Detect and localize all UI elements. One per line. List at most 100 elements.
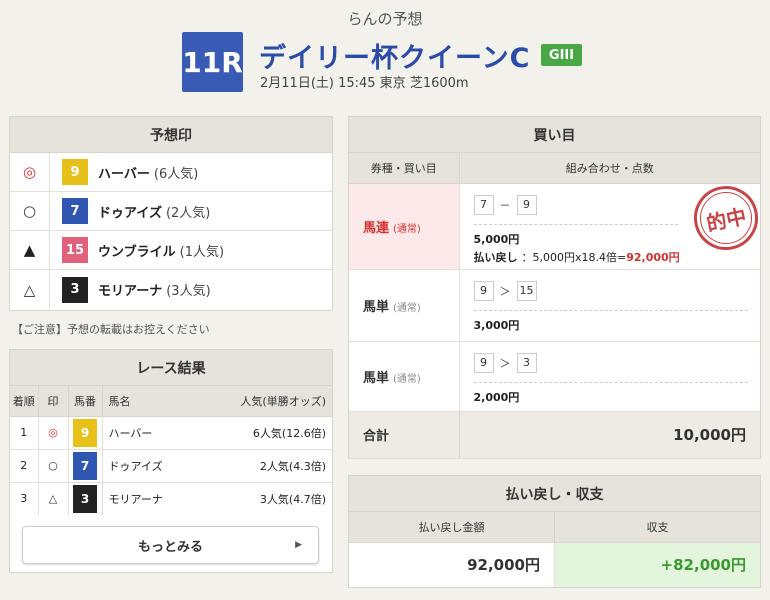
combo-separator: － (499, 198, 511, 212)
buy-row: 馬単 (通常) 9 ＞ 15 3,000円 (349, 269, 761, 342)
chevron-right-icon: ▶ (295, 540, 302, 550)
payout-table: 払い戻し金額 収支 92,000円 +82,000円 (349, 512, 760, 587)
horse-number: 7 (62, 198, 88, 224)
prediction-row: ▲ 15 ウンブライル (1人気) (10, 231, 332, 270)
race-number-badge: 11R (182, 32, 243, 92)
prediction-list: ◎ 9 ハーバー (6人気) ○ 7 ドゥアイズ (2人気) ▲ 15 ウンブライル (1人気) △ 3 モ… (10, 153, 332, 309)
buy-row: 馬連 (通常) 7 － 9 5,000円 払い戻し ：5,000円x18.4倍=92,000円… (349, 179, 764, 270)
prediction-mark: ◎ (10, 153, 50, 191)
combination-cell: 9 ＞ 15 3,000円 (459, 269, 761, 342)
combination-numbers: 9 ＞ 15 (473, 280, 749, 302)
horse-name: ウンブライル (98, 244, 176, 260)
prediction-mark: △ (10, 270, 50, 309)
ticket-type-cell: 馬単 (通常) (349, 341, 460, 412)
col-mark: 印 (38, 386, 69, 417)
prediction-row: △ 3 モリアーナ (3人気) (10, 270, 332, 309)
popularity: (3人気) (166, 284, 211, 299)
result-mark: ◎ (38, 416, 69, 450)
popularity: (1人気) (179, 244, 225, 260)
race-title: デイリー杯クイーンC (259, 43, 531, 74)
result-rank: 3 (10, 482, 39, 515)
total-value: 10,000円 (459, 411, 760, 459)
combination-numbers: 9 ＞ 3 (473, 352, 749, 374)
table-row: 3 △ 3 モリアーナ 3人気(4.7倍) (10, 482, 332, 515)
more-button[interactable]: もっとみる ▶ (22, 526, 319, 564)
result-popularity: 3人気(4.7倍) (259, 492, 326, 506)
balance-value: +82,000円 (554, 542, 760, 587)
col-rank: 着順 (10, 386, 39, 417)
result-num-cell: 7 (68, 449, 103, 483)
col-balance: 収支 (554, 512, 760, 543)
results-table: 着順 印 馬番 馬名 人気(単勝オッズ) 1 ◎ 9 ハーバー 6人気(12.6倍) 2 ○… (10, 386, 332, 515)
result-rank: 2 (10, 449, 39, 483)
result-num-cell: 9 (68, 416, 103, 450)
col-ticket-type: 券種・買い目 (349, 153, 460, 184)
col-pop: 人気(単勝オッズ) (193, 386, 332, 417)
ticket-subtype: (通常) (393, 373, 421, 385)
ticket-type: 馬単 (363, 299, 390, 315)
combo-horse-b: 3 (516, 352, 537, 373)
result-mark: ○ (38, 449, 69, 483)
payout-line: 払い戻し ：5,000円x18.4倍=92,000円 (474, 249, 749, 265)
ticket-type-cell: 馬連 (通常) (349, 183, 460, 270)
total-label: 合計 (349, 411, 460, 459)
grade-badge: GIII (541, 44, 582, 66)
results-title: レース結果 (10, 350, 332, 386)
prediction-mark: ▲ (10, 231, 50, 269)
combination-cell: 7 － 9 5,000円 払い戻し ：5,000円x18.4倍=92,000円 的中 (459, 179, 764, 270)
ticket-type: 馬単 (363, 370, 390, 386)
page-subtitle: らんの予想 (347, 10, 423, 28)
combo-horse-a: 9 (473, 280, 494, 301)
bet-amount: 2,000円 (473, 390, 520, 404)
col-combination: 組み合わせ・点数 (459, 153, 760, 184)
popularity: (2人気) (165, 205, 211, 221)
payout-label: 払い戻し (473, 250, 518, 264)
ticket-subtype: (通常) (393, 223, 421, 235)
result-popularity: 6人気(12.6倍) (193, 416, 332, 450)
prediction-title: 予想印 (10, 117, 332, 153)
combo-horse-a: 9 (473, 352, 494, 373)
combination-cell: 9 ＞ 3 2,000円 (459, 341, 760, 412)
combination: 7 － 9 5,000円 払い戻し ：5,000円x18.4倍=92,000円 的中 (460, 179, 764, 265)
horse-number: 3 (62, 276, 88, 303)
horse-name: ドゥアイズ (98, 205, 162, 221)
payout-calc: ：5,000円x18.4倍= (521, 250, 627, 264)
combo-horse-b: 9 (516, 194, 537, 215)
result-num-cell: 3 (68, 482, 103, 515)
payout-value: 92,000円 (626, 250, 680, 264)
race-info: 2月11日(土) 15:45 東京 芝1600m (260, 76, 469, 91)
divider (473, 223, 678, 225)
prediction-row: ◎ 9 ハーバー (6人気) (10, 153, 332, 192)
prediction-mark: ○ (10, 192, 50, 230)
ticket-type: 馬連 (363, 220, 390, 236)
result-horse-name: モリアーナ (108, 492, 163, 506)
col-refund: 払い戻し金額 (349, 512, 555, 543)
ticket-subtype: (通常) (393, 302, 421, 314)
divider (473, 381, 748, 383)
bet-amount: 3,000円 (473, 318, 520, 332)
notice-text: 【ご注意】予想の転載はお控えください (12, 323, 210, 336)
ticket-type-cell: 馬単 (通常) (349, 269, 460, 342)
col-name: 馬名 (102, 386, 194, 417)
table-row: 1 ◎ 9 ハーバー 6人気(12.6倍) (10, 416, 332, 450)
horse-number: 7 (73, 451, 97, 480)
result-popularity: 2人気(4.3倍) (193, 449, 332, 483)
result-mark: △ (38, 482, 69, 515)
combo-separator: ＞ (499, 284, 511, 298)
combination: 9 ＞ 15 3,000円 (460, 270, 761, 333)
buy-row: 馬単 (通常) 9 ＞ 3 2,000円 (349, 341, 760, 412)
divider (473, 309, 748, 311)
buy-title: 買い目 (349, 117, 760, 153)
results-panel: レース結果 着順 印 馬番 馬名 人気(単勝オッズ) 1 ◎ 9 ハーバー 6人気(12… (9, 349, 333, 573)
horse-number: 15 (62, 237, 88, 263)
buy-table: 券種・買い目 組み合わせ・点数 馬連 (通常) 7 － 9 5,000円 払い戻し ：5,00… (349, 153, 764, 459)
popularity: (6人気) (153, 166, 199, 182)
buy-panel: 買い目 券種・買い目 組み合わせ・点数 馬連 (通常) 7 － 9 5,000円 払い戻し：… (348, 116, 764, 459)
horse-name: モリアーナ (98, 284, 163, 299)
payout-panel: 払い戻し・収支 払い戻し金額 収支 92,000円 +82,000円 (348, 475, 761, 588)
payout-title: 払い戻し・収支 (349, 476, 760, 512)
combo-horse-a: 7 (473, 194, 494, 215)
refund-value: 92,000円 (349, 542, 555, 587)
result-horse-name: ドゥアイズ (102, 449, 194, 483)
prediction-panel: 予想印 ◎ 9 ハーバー (6人気) ○ 7 ドゥアイズ (2人気) ▲ 15 ウンブライル (1人気… (9, 116, 333, 311)
